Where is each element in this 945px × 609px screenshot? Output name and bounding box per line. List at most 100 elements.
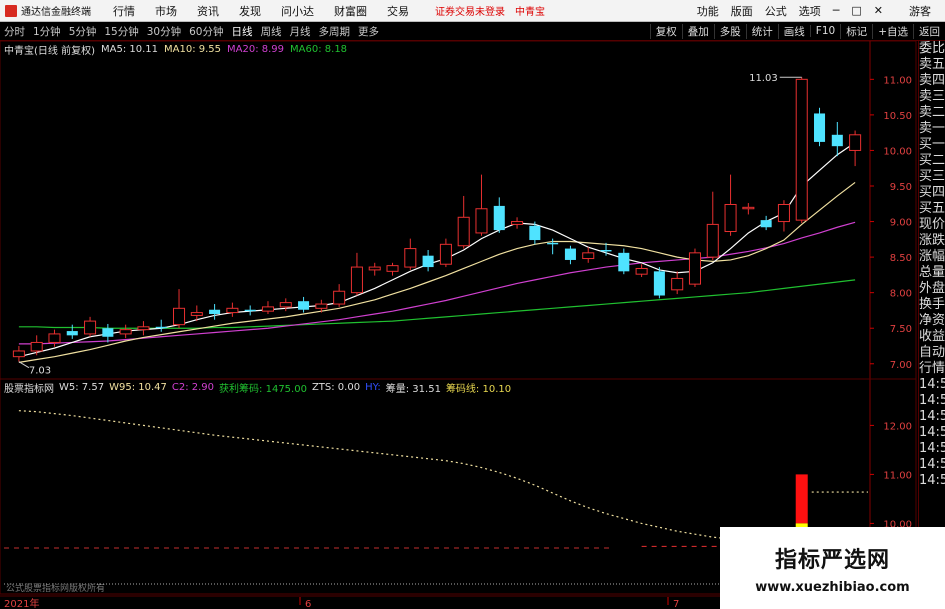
candle-body-down	[618, 252, 630, 272]
period-tab[interactable]: 周线	[257, 24, 286, 39]
price-label: 8.00	[890, 289, 912, 300]
price-label: 10.00	[883, 146, 912, 157]
period-tab[interactable]: 15分钟	[100, 24, 142, 39]
panel-tab[interactable]: 卖五	[919, 57, 945, 73]
candle-body-up	[12, 350, 25, 358]
tool-overlay[interactable]: 叠加	[681, 23, 714, 39]
panel-tab-auto[interactable]: 自动	[919, 345, 945, 361]
menu-market[interactable]: 市场	[145, 3, 187, 19]
main-chart-legend: 中青宝(日线 前复权) MA5: 10.11 MA10: 9.55 MA20: …	[4, 43, 353, 57]
tool-f10[interactable]: F10	[809, 25, 840, 37]
candle-body-up	[137, 326, 150, 331]
menu-layout[interactable]: 版面	[725, 3, 759, 19]
menu-wealth[interactable]: 财富圈	[324, 3, 377, 19]
period-tab[interactable]: 30分钟	[143, 24, 185, 39]
price-label: 11.00	[883, 75, 912, 86]
candle-body-up	[795, 78, 808, 221]
period-tab-more[interactable]: 更多	[354, 24, 383, 39]
tool-add-favorite[interactable]: +自选	[872, 23, 913, 39]
candle-body-up	[119, 329, 132, 335]
ma10-label: MA10: 9.55	[164, 44, 222, 55]
candle-body-down	[209, 309, 221, 314]
candle-body-up	[279, 302, 292, 308]
minimize-icon[interactable]: ─	[827, 4, 846, 17]
panel-tab[interactable]: 卖三	[919, 89, 945, 105]
period-tab[interactable]: 多周期	[315, 24, 355, 39]
period-tab[interactable]: 月线	[286, 24, 315, 39]
panel-tab[interactable]: 涨幅	[919, 249, 945, 265]
period-tab[interactable]: 5分钟	[65, 24, 101, 39]
close-icon[interactable]: ✕	[868, 4, 889, 17]
tool-mark[interactable]: 标记	[840, 23, 872, 39]
menubar: 通达信金融终端 行情 市场 资讯 发现 问小达 财富圈 交易 证券交易未登录 中…	[0, 0, 945, 22]
candle-body-up	[582, 252, 595, 260]
candle-body-down	[244, 309, 256, 312]
panel-tab[interactable]: 总量	[919, 265, 945, 281]
ma60-line	[18, 279, 856, 329]
candle-body-up	[777, 203, 790, 223]
candle-body-up	[688, 252, 701, 285]
menu-hq[interactable]: 行情	[103, 3, 145, 19]
candle-body-up	[30, 341, 43, 352]
menu-function[interactable]: 功能	[691, 3, 725, 19]
year-label: 2021年	[4, 597, 39, 609]
panel-tab[interactable]: 买三	[919, 169, 945, 185]
period-tab[interactable]: 60分钟	[185, 24, 227, 39]
tool-adjust[interactable]: 复权	[649, 23, 682, 39]
panel-tab[interactable]: 卖二	[919, 105, 945, 121]
panel-tab[interactable]: 买五	[919, 201, 945, 217]
panel-tab[interactable]: 收益	[919, 329, 945, 345]
panel-tab[interactable]: 买二	[919, 153, 945, 169]
chip-line-label: 筹码线: 10.10	[445, 384, 512, 395]
tick-time: 14:5	[919, 409, 945, 424]
panel-tab[interactable]: 换手	[919, 297, 945, 313]
tool-back[interactable]: 返回	[913, 23, 945, 39]
panel-tab[interactable]: 现价	[919, 217, 945, 233]
candle-body-up	[315, 303, 328, 309]
panel-tab[interactable]: 涨跌	[919, 233, 945, 249]
menubar-right: 功能 版面 公式 选项 ─ □ ✕ 游客	[691, 0, 945, 21]
maximize-icon[interactable]: □	[845, 4, 867, 17]
candle-body-down	[298, 301, 310, 310]
period-tab[interactable]: 分时	[0, 24, 29, 39]
ma20-label: MA20: 8.99	[227, 44, 285, 55]
candle-body-up	[261, 306, 274, 312]
period-tab-daily[interactable]: 日线	[228, 24, 257, 39]
candle-body-down	[102, 328, 114, 337]
menu-news[interactable]: 资讯	[187, 3, 229, 19]
w95-label: W95: 10.47	[109, 382, 167, 393]
period-tab[interactable]: 1分钟	[29, 24, 65, 39]
guest-label[interactable]: 游客	[903, 3, 937, 19]
menu-ask[interactable]: 问小达	[271, 3, 324, 19]
candle-body-down	[653, 271, 665, 296]
panel-tab[interactable]: 买四	[919, 185, 945, 201]
tool-draw[interactable]: 画线	[777, 23, 810, 39]
tick-time: 14:5	[919, 473, 945, 488]
app-title: 通达信金融终端	[21, 7, 91, 18]
panel-tab[interactable]: 外盘	[919, 281, 945, 297]
low-marker-line	[18, 361, 30, 369]
panel-tab[interactable]: 委比	[919, 41, 945, 57]
menu-formula[interactable]: 公式	[759, 3, 793, 19]
price-label: 8.50	[890, 253, 912, 264]
tick-time: 14:5	[919, 377, 945, 392]
menu-trade[interactable]: 交易	[377, 3, 419, 19]
panel-tab[interactable]: 净资	[919, 313, 945, 329]
menu-discover[interactable]: 发现	[229, 3, 271, 19]
candle-body-up	[368, 266, 381, 271]
panel-tab[interactable]: 卖四	[919, 73, 945, 89]
tool-stats[interactable]: 统计	[745, 23, 778, 39]
tool-multi[interactable]: 多股	[713, 23, 746, 39]
ma20-line	[18, 221, 856, 345]
candle-body-up	[404, 248, 417, 268]
login-notice[interactable]: 证券交易未登录	[435, 3, 505, 18]
candle-body-up	[173, 307, 186, 326]
panel-tab-quote[interactable]: 行情	[919, 361, 945, 377]
panel-tab[interactable]: 买一	[919, 137, 945, 153]
month-label: 6	[305, 599, 311, 609]
candle-body-down	[547, 242, 559, 245]
zts-label: ZTS: 0.00	[311, 382, 361, 393]
panel-tab[interactable]: 卖一	[919, 121, 945, 137]
watermark-banner: 指标严选网 www.xuezhibiao.com	[720, 527, 945, 609]
menu-options[interactable]: 选项	[793, 3, 827, 19]
